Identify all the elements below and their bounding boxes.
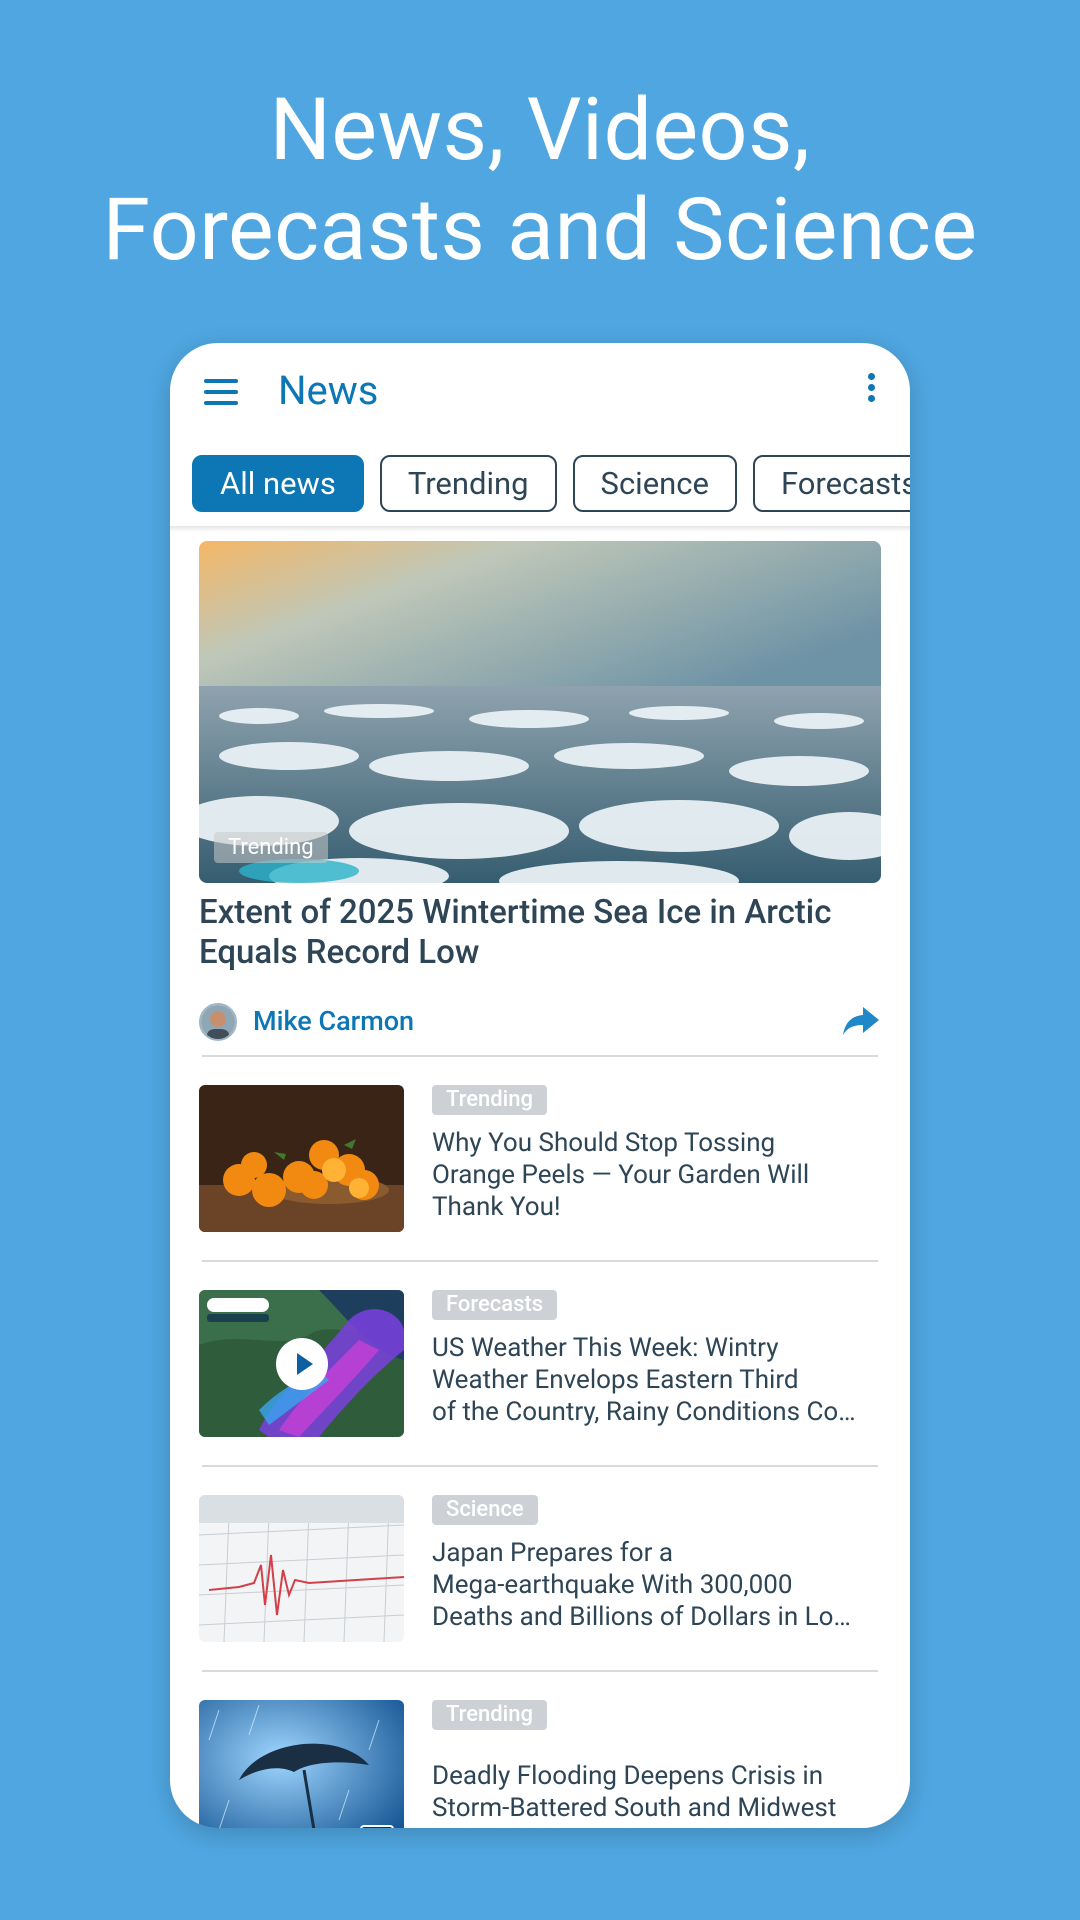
play-icon[interactable] <box>276 1338 328 1390</box>
avatar <box>199 1003 237 1041</box>
category-badge: Forecasts <box>432 1290 558 1320</box>
phone-screen: News All news Trending Science Forecasts <box>170 343 910 1828</box>
video-icon <box>360 1825 394 1828</box>
divider <box>202 1260 878 1262</box>
title-line: Storm-Battered South and Midwest <box>432 1793 837 1823</box>
app-bar: News <box>170 343 910 443</box>
author-row: Mike Carmon <box>199 1003 881 1043</box>
list-item[interactable]: Science Japan Prepares for a Mega-earthq… <box>199 1495 889 1645</box>
category-badge: Trending <box>432 1700 547 1730</box>
page-title: News <box>278 367 379 414</box>
tab-trending[interactable]: Trending <box>379 455 557 512</box>
title-line: Japan Prepares for a <box>432 1538 674 1568</box>
weather-map-thumbnail <box>199 1290 404 1437</box>
divider <box>202 1055 878 1057</box>
article-title: Why You Should Stop Tossing Orange Peels… <box>432 1127 882 1223</box>
tab-forecasts[interactable]: Forecasts <box>752 455 910 512</box>
title-line: Why You Should Stop Tossing <box>432 1128 776 1158</box>
category-tabs: All news Trending Science Forecasts <box>192 455 910 513</box>
tab-all-news[interactable]: All news <box>192 455 364 512</box>
author-name[interactable]: Mike Carmon <box>253 1005 414 1037</box>
article-title: Japan Prepares for a Mega-earthquake Wit… <box>432 1537 882 1633</box>
promo-line-2: Forecasts and Science <box>102 179 978 280</box>
list-item[interactable]: Forecasts US Weather This Week: Wintry W… <box>199 1290 889 1440</box>
share-arrow-icon[interactable] <box>841 1005 881 1037</box>
category-badge: Science <box>432 1495 538 1525</box>
tab-science[interactable]: Science <box>572 455 737 512</box>
umbrella-rain-thumbnail <box>199 1700 404 1828</box>
title-line: Orange Peels — Your Garden Will <box>432 1160 810 1190</box>
list-item[interactable]: Trending Why You Should Stop Tossing Ora… <box>199 1085 889 1235</box>
title-line: US Weather This Week: Wintry <box>432 1333 779 1363</box>
promo-line-1: News, Videos, <box>269 79 811 180</box>
tabs-divider <box>170 526 910 532</box>
more-vertical-icon[interactable] <box>868 373 876 407</box>
hamburger-menu-icon[interactable] <box>204 379 238 405</box>
list-item[interactable]: Trending Deadly Flooding Deepens Crisis … <box>199 1700 889 1828</box>
title-line: of the Country, Rainy Conditions Co… <box>432 1397 856 1427</box>
divider <box>202 1465 878 1467</box>
article-title: US Weather This Week: Wintry Weather Env… <box>432 1332 882 1428</box>
seismograph-thumbnail <box>199 1495 404 1642</box>
title-line: Deadly Flooding Deepens Crisis in <box>432 1761 824 1791</box>
hero-article-title[interactable]: Extent of 2025 Wintertime Sea Ice in Arc… <box>199 893 889 973</box>
article-title: Deadly Flooding Deepens Crisis in Storm-… <box>432 1760 882 1824</box>
title-line: Thank You! <box>432 1192 561 1222</box>
title-line: Mega-earthquake With 300,000 <box>432 1570 793 1600</box>
oranges-thumbnail <box>199 1085 404 1232</box>
hero-badge: Trending <box>214 832 328 863</box>
title-line: Deaths and Billions of Dollars in Lo… <box>432 1602 851 1632</box>
category-badge: Trending <box>432 1085 547 1115</box>
title-line: Weather Envelops Eastern Third <box>432 1365 799 1395</box>
divider <box>202 1670 878 1672</box>
promo-heading: News, Videos, Forecasts and Science <box>0 80 1080 280</box>
